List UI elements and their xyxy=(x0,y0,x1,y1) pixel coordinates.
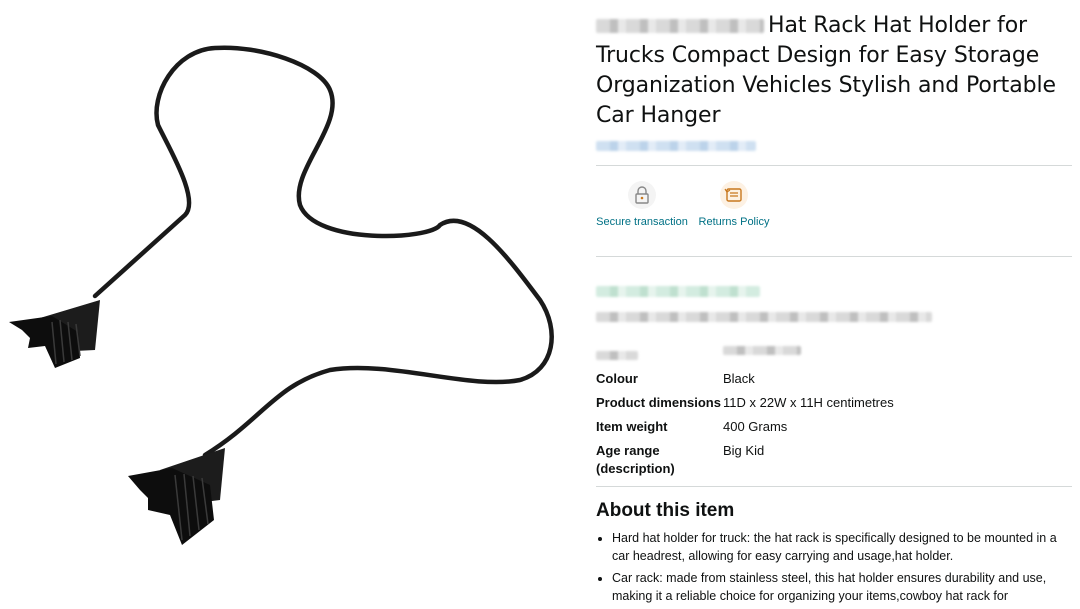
about-bullet: Hard hat holder for truck: the hat rack … xyxy=(612,529,1072,565)
product-image[interactable] xyxy=(0,0,580,581)
ratings-link-blurred[interactable] xyxy=(596,137,1072,155)
badge-returns-policy[interactable]: Returns Policy xyxy=(688,166,780,256)
about-bullets: Hard hat holder for truck: the hat rack … xyxy=(596,529,1072,605)
headrest-clip-right xyxy=(128,448,225,545)
lock-icon xyxy=(628,181,656,209)
divider xyxy=(596,486,1072,487)
spec-row-age-range: Age range (description) Big Kid xyxy=(596,442,1072,478)
wire-frame xyxy=(92,45,554,458)
spec-key: Colour xyxy=(596,371,638,386)
spec-value: 11D x 22W x 11H centimetres xyxy=(723,395,894,410)
badge-label-returns: Returns Policy xyxy=(698,216,770,228)
spec-value-blurred xyxy=(723,346,801,355)
spec-value: Black xyxy=(723,371,755,386)
spec-key-blurred xyxy=(596,351,638,361)
product-title[interactable]: Hat Rack Hat Holder for Trucks Compact D… xyxy=(596,11,1072,131)
headrest-clip-left xyxy=(9,300,100,368)
badge-secure-transaction[interactable]: Secure transaction xyxy=(596,166,688,256)
spec-key: Age range (description) xyxy=(596,443,675,476)
brand-name-blurred xyxy=(596,19,764,33)
delivery-info-blurred xyxy=(596,283,1072,301)
divider xyxy=(596,256,1072,257)
spec-value: Big Kid xyxy=(723,443,765,458)
product-spec-table: Colour Black Product dimensions 11D x 22… xyxy=(596,346,1072,478)
spec-key: Item weight xyxy=(596,419,668,434)
about-bullet: Car rack: made from stainless steel, thi… xyxy=(612,569,1072,605)
returns-icon xyxy=(720,181,748,209)
spec-row-colour: Colour Black xyxy=(596,370,1072,388)
badge-label-secure: Secure transaction xyxy=(596,216,688,228)
spec-value: 400 Grams xyxy=(723,419,788,434)
delivery-detail-blurred xyxy=(596,308,1072,326)
spec-row-weight: Item weight 400 Grams xyxy=(596,418,1072,436)
trust-badges: Secure transaction Returns Policy xyxy=(596,166,1072,256)
spec-row-blurred xyxy=(596,346,1072,364)
product-details-panel: Hat Rack Hat Holder for Trucks Compact D… xyxy=(596,0,1072,609)
spec-row-dimensions: Product dimensions 11D x 22W x 11H centi… xyxy=(596,394,1072,412)
spec-key: Product dimensions xyxy=(596,395,721,410)
about-heading: About this item xyxy=(596,500,735,521)
